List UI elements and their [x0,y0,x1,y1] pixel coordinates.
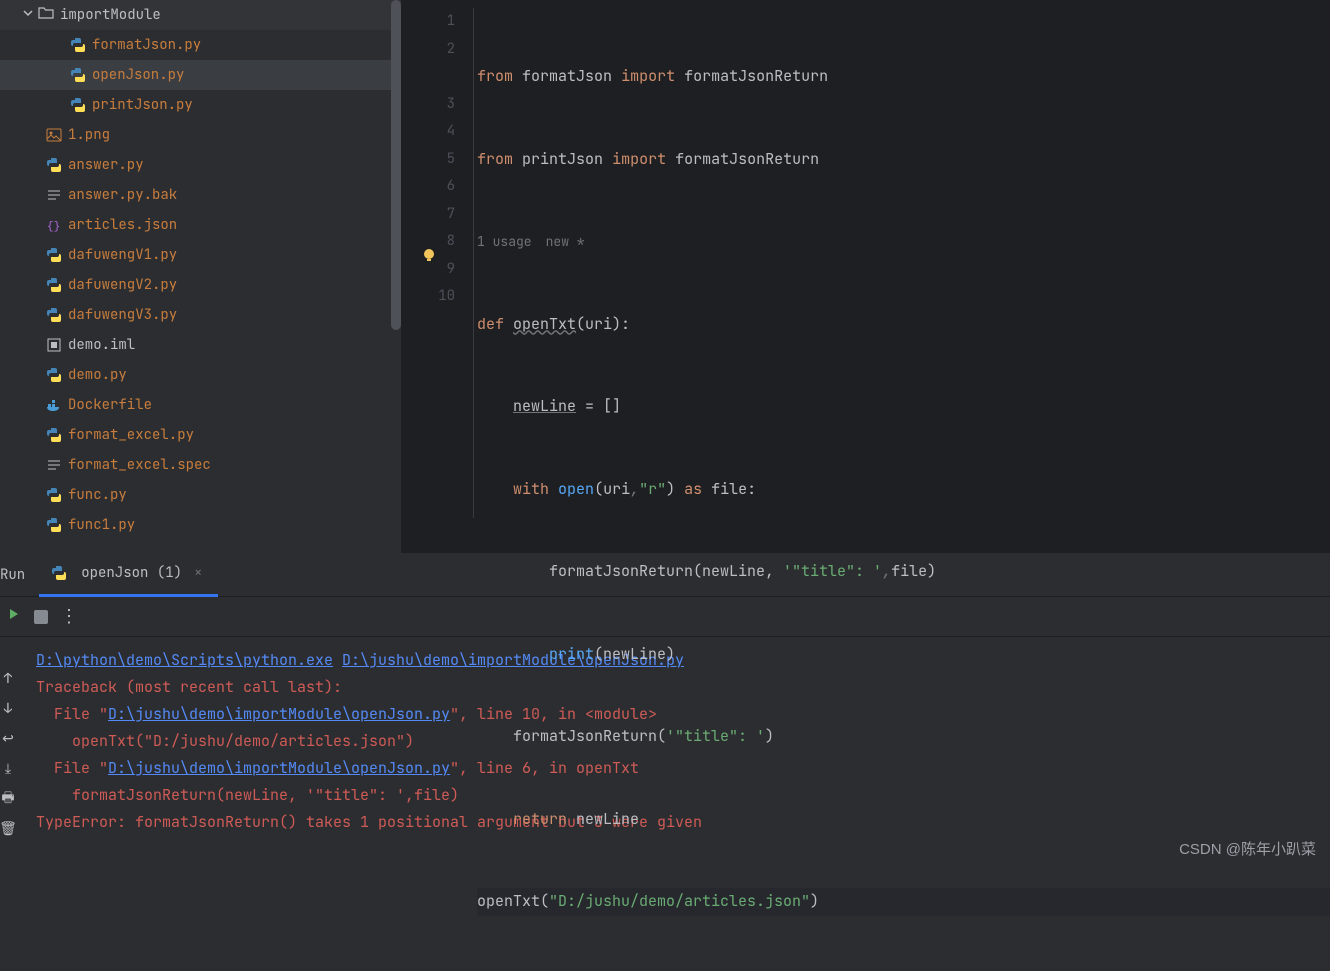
usages-hint[interactable]: 1 usage [477,228,532,256]
file-icon [46,127,62,143]
run-tab-label: openJson (1) [81,564,182,582]
tree-label: formatJson.py [92,36,201,54]
tree-file-openJson-py[interactable]: openJson.py [0,60,401,90]
tree-label: dafuwengV2.py [68,276,177,294]
path-link[interactable]: D:\python\demo\Scripts\python.exe [36,650,333,670]
tree-file-formatJson-py[interactable]: formatJson.py [0,30,401,60]
file-icon [46,487,62,503]
code-area[interactable]: from formatJson import formatJsonReturn … [473,0,1330,553]
python-icon [70,97,86,113]
python-icon [70,67,86,83]
tree-label: func1.py [68,516,135,534]
down-icon[interactable]: ↓ [0,697,16,721]
tree-label: func.py [68,486,127,504]
tree-label: openJson.py [92,66,184,84]
folder-icon [38,5,54,26]
file-icon [46,457,62,473]
wrap-icon[interactable]: ↩ [0,727,16,751]
up-icon[interactable]: ↑ [0,667,16,691]
code-editor[interactable]: 1 2 3 4 5 6 7 8 9 10 from formatJson imp… [401,0,1330,553]
sidebar-scrollbar[interactable] [391,0,401,330]
folder-label: importModule [60,6,161,24]
file-icon [46,277,62,293]
file-icon [46,157,62,173]
tree-label: answer.py.bak [68,186,177,204]
tree-file-1-png[interactable]: 1.png [0,120,401,150]
tree-label: dafuwengV3.py [68,306,177,324]
file-icon: {} [46,217,62,233]
tree-label: Dockerfile [68,396,152,414]
tree-label: 1.png [68,126,110,144]
file-link[interactable]: D:\jushu\demo\importModule\openJson.py [108,758,450,778]
tree-label: demo.py [68,366,127,384]
watermark: CSDN @陈年小趴菜 [1179,838,1316,859]
tree-label: format_excel.spec [68,456,211,474]
tree-file-printJson-py[interactable]: printJson.py [0,90,401,120]
tree-label: answer.py [68,156,144,174]
file-icon [46,247,62,263]
tree-file-demo-py[interactable]: demo.py [0,360,401,390]
svg-text:{}: {} [47,221,60,233]
python-icon [51,565,67,581]
close-icon[interactable]: × [190,564,206,582]
file-icon [46,307,62,323]
new-hint[interactable]: new * [546,228,585,256]
print-icon[interactable]: 🖶 [0,787,16,811]
tree-label: dafuwengV1.py [68,246,177,264]
python-icon [70,37,86,53]
tree-file-func-py[interactable]: func.py [0,480,401,510]
tree-label: format_excel.py [68,426,194,444]
project-tree: importModule formatJson.py openJson.py pri… [0,0,401,553]
tree-file-format_excel-spec[interactable]: format_excel.spec [0,450,401,480]
trash-icon[interactable]: 🗑 [0,817,16,841]
gutter-separator [473,8,474,518]
tree-file-answer-py[interactable]: answer.py [0,150,401,180]
run-label: Run [0,566,39,584]
console-left-toolbar: ↑ ↓ ↩ ⤓ 🖶 🗑 [0,597,16,841]
export-icon[interactable]: ⤓ [0,757,16,781]
folder-importmodule[interactable]: importModule [0,0,401,30]
file-icon [46,427,62,443]
lightbulb-icon[interactable] [421,246,437,262]
tree-file-demo-iml[interactable]: demo.iml [0,330,401,360]
tree-file-dafuwengV2-py[interactable]: dafuwengV2.py [0,270,401,300]
file-icon [46,187,62,203]
file-icon [46,337,62,353]
file-icon [46,517,62,533]
file-icon [46,367,62,383]
tree-file-articles-json[interactable]: {} articles.json [0,210,401,240]
tree-file-Dockerfile[interactable]: Dockerfile [0,390,401,420]
run-tab-openjson[interactable]: openJson (1) × [39,553,218,597]
tree-file-format_excel-py[interactable]: format_excel.py [0,420,401,450]
line-gutter: 1 2 3 4 5 6 7 8 9 10 [401,0,473,553]
tree-label: demo.iml [68,336,135,354]
tree-file-answer-py-bak[interactable]: answer.py.bak [0,180,401,210]
tree-file-dafuwengV1-py[interactable]: dafuwengV1.py [0,240,401,270]
chevron-down-icon [22,6,36,24]
tree-label: printJson.py [92,96,193,114]
more-icon[interactable]: ⋮ [60,605,78,628]
stop-icon[interactable] [34,610,48,624]
file-link[interactable]: D:\jushu\demo\importModule\openJson.py [108,704,450,724]
tree-label: articles.json [68,216,177,234]
file-icon [46,397,62,413]
tree-file-func1-py[interactable]: func1.py [0,510,401,540]
tree-file-dafuwengV3-py[interactable]: dafuwengV3.py [0,300,401,330]
